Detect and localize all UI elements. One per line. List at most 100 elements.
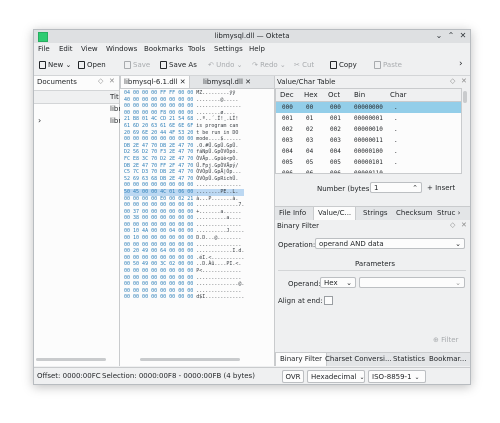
- hex-bytes[interactable]: 00 00 00 00: [160, 209, 193, 215]
- hex-bytes[interactable]: FF 2F 47 70: [160, 163, 193, 169]
- hex-bytes[interactable]: 00 00 00 00: [124, 268, 157, 274]
- ascii-chars[interactable]: t be run in DO: [196, 130, 238, 136]
- bytes-spinbox[interactable]: 1 ⌃: [370, 182, 422, 193]
- value-char-close-icon[interactable]: ✕: [461, 77, 467, 88]
- hex-bytes[interactable]: 00 00 00 00: [160, 136, 193, 142]
- hex-bytes[interactable]: 00 00 00 00: [160, 235, 193, 241]
- minimize-icon[interactable]: ⌄: [434, 31, 444, 41]
- hex-row[interactable]: 00 00 00 00 00 00 00 00 P<.............: [124, 268, 244, 275]
- tab-close-icon[interactable]: ✕: [180, 78, 186, 86]
- value-row[interactable]: 004 04 004 00000100.: [276, 146, 461, 157]
- tab-close-icon[interactable]: ✕: [245, 78, 251, 86]
- hex-row[interactable]: 00 00 00 00 E0 00 02 21 à...P.......à.: [124, 196, 244, 203]
- hex-bytes[interactable]: 00 10 4A 00: [124, 228, 157, 234]
- hex-bytes[interactable]: 04 00 00 00: [124, 90, 157, 96]
- hex-row[interactable]: 00 00 00 00 00 00 00 00 ..............7.: [124, 202, 244, 209]
- hex-bytes[interactable]: 00 00 00 00: [160, 275, 193, 281]
- ascii-chars[interactable]: Ü.Fpj.GpÒVÅpý/: [196, 163, 238, 169]
- hex-bytes[interactable]: 00 04 00 00: [160, 228, 193, 234]
- maximize-icon[interactable]: ⌃: [446, 31, 456, 41]
- hex-bytes[interactable]: C5 7C D3 70: [124, 169, 157, 175]
- expand-chevron-icon[interactable]: ›: [38, 116, 41, 125]
- hex-bytes[interactable]: 00 00 00 00: [160, 97, 193, 103]
- ascii-chars[interactable]: .O.#Ü.GpÛ.GpÛ.: [196, 143, 238, 149]
- value-row[interactable]: 006 06 006 00000110.: [276, 168, 461, 173]
- hex-bytes[interactable]: 00 00 00 00: [160, 222, 193, 228]
- hex-bytes[interactable]: 40 00 00 00: [124, 97, 157, 103]
- value-row[interactable]: 002 02 002 00000010.: [276, 124, 461, 135]
- value-row[interactable]: 005 05 005 00000101.: [276, 157, 461, 168]
- value-table-vscroll[interactable]: [463, 91, 467, 103]
- ascii-chars[interactable]: à...P.......à.: [196, 196, 238, 202]
- tab-binary-filter[interactable]: Binary Filter: [275, 353, 328, 366]
- hex-bytes[interactable]: 00 00 00 00: [160, 268, 193, 274]
- menu-help[interactable]: Help: [249, 45, 265, 53]
- hex-row[interactable]: 00 00 00 00 00 00 00 00 ...............: [124, 288, 244, 295]
- hex-row[interactable]: 00 37 00 00 00 00 00 00 +.......a......: [124, 209, 244, 216]
- ascii-chars[interactable]: ............I.d.: [196, 248, 244, 254]
- hex-row[interactable]: 50 45 00 00 4C 01 06 00 ........PE..L.: [124, 188, 245, 196]
- ascii-chars[interactable]: d$I.............: [196, 294, 244, 300]
- hex-bytes[interactable]: 00 00 00 00: [124, 182, 157, 188]
- hex-row[interactable]: 00 10 4A 00 00 04 00 00 ..........J.....: [124, 228, 244, 235]
- ascii-chars[interactable]: ...............: [196, 222, 241, 228]
- hex-bytes[interactable]: 3C 02 00 00: [160, 261, 193, 267]
- hex-rows[interactable]: 04 00 00 00 FF FF 00 00 MZ.........ÿÿ 40 …: [124, 90, 245, 301]
- hex-bytes[interactable]: 00 00 00 00: [160, 294, 193, 300]
- ascii-chars[interactable]: ...............: [196, 103, 241, 109]
- tab-bookmarks[interactable]: Bookmar...: [425, 353, 470, 366]
- hex-row[interactable]: D2 56 D2 70 F3 2E 47 70 fáNpÛ.GpÒVÒpó.: [124, 149, 244, 156]
- hex-row[interactable]: 21 B8 01 4C CD 21 54 68 ..º..´.Í!¸.LÍ!: [124, 116, 244, 123]
- ascii-chars[interactable]: ........@.....: [196, 97, 238, 103]
- hex-bytes[interactable]: 00 00 00 00: [124, 294, 157, 300]
- ascii-chars[interactable]: +.......a......: [196, 209, 241, 215]
- hex-bytes[interactable]: 52 69 63 68: [124, 176, 157, 182]
- ascii-chars[interactable]: ..........J.....: [196, 228, 244, 234]
- hex-row[interactable]: 20 69 6E 20 44 4F 53 20 t be run in DO: [124, 130, 244, 137]
- menu-settings[interactable]: Settings: [214, 45, 243, 53]
- insert-button[interactable]: + Insert: [427, 184, 455, 192]
- ascii-chars[interactable]: P<.............: [196, 268, 241, 274]
- hex-bytes[interactable]: 00 37 00 00: [124, 209, 157, 215]
- paste-button[interactable]: Paste: [374, 61, 402, 69]
- hex-bytes[interactable]: FC E8 3C 70: [124, 156, 157, 162]
- ascii-chars[interactable]: mode....$......: [196, 136, 241, 142]
- documents-float-icon[interactable]: ◇: [98, 77, 103, 88]
- value-row[interactable]: 000 00 000 00000000.: [276, 102, 461, 113]
- ascii-chars[interactable]: .éI.<...........: [196, 255, 244, 261]
- value-row[interactable]: 003 03 003 00000011.: [276, 135, 461, 146]
- tab-value-char[interactable]: Value/C...: [313, 207, 357, 220]
- hex-bytes[interactable]: DB 2E 47 70: [124, 143, 157, 149]
- save-as-button[interactable]: Save As: [160, 61, 197, 69]
- hex-bytes[interactable]: 4C 01 06 00: [160, 189, 193, 195]
- hex-bytes[interactable]: 00 00 00 00: [160, 103, 193, 109]
- copy-button[interactable]: Copy: [330, 61, 357, 69]
- hex-row[interactable]: 00 00 00 00 00 00 00 00 ...............: [124, 182, 244, 189]
- align-checkbox[interactable]: [324, 296, 333, 305]
- hex-bytes[interactable]: 00 00 00 00: [124, 242, 157, 248]
- value-char-table[interactable]: Dec Hex Oct Bin Char 000 00 000 00000000. 00…: [275, 88, 462, 174]
- filter-float-icon[interactable]: ◇: [450, 221, 455, 232]
- open-button[interactable]: Open: [78, 61, 106, 69]
- hex-bytes[interactable]: 00 00 00 00: [124, 275, 157, 281]
- ascii-chars[interactable]: ...............: [196, 182, 241, 188]
- hex-bytes[interactable]: 00 00 00 00: [160, 288, 193, 294]
- hex-bytes[interactable]: F3 2E 47 70: [160, 149, 193, 155]
- ascii-chars[interactable]: MZ.........ÿÿ: [196, 90, 235, 96]
- hex-bytes[interactable]: 00 00 00 00: [160, 182, 193, 188]
- save-button[interactable]: Save: [124, 61, 150, 69]
- tab-structures[interactable]: Struc ›: [433, 207, 464, 220]
- hex-bytes[interactable]: 00 00 00 00: [160, 215, 193, 221]
- menu-tools[interactable]: Tools: [188, 45, 205, 53]
- hex-row[interactable]: 04 00 00 00 FF FF 00 00 MZ.........ÿÿ: [124, 90, 244, 97]
- ascii-chars[interactable]: D.D...@........: [196, 235, 241, 241]
- menu-edit[interactable]: Edit: [59, 45, 73, 53]
- tab-libmysql-6-1[interactable]: libmysql-6.1.dll ✕: [120, 76, 190, 88]
- hex-bytes[interactable]: 00 00 00 00: [124, 110, 157, 116]
- hex-row[interactable]: 52 69 63 68 DB 2E 47 70 ÒVÒpÛ.GpRichÜ.: [124, 176, 244, 183]
- hex-bytes[interactable]: 20 69 6E 20: [124, 130, 157, 136]
- menu-windows[interactable]: Windows: [106, 45, 137, 53]
- hex-bytes[interactable]: 00 00 00 00: [124, 136, 157, 142]
- hex-bytes[interactable]: 00 38 00 00: [124, 215, 157, 221]
- ascii-chars[interactable]: ..........a....: [196, 215, 241, 221]
